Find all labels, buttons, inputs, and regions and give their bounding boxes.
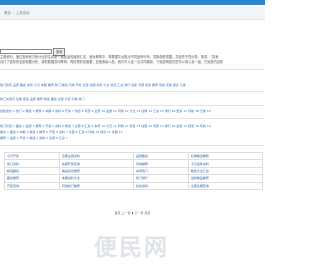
pagination: 首页 上一页 1 下一页 尾页 [0,211,265,215]
table-cell[interactable]: 好物精选推荐 [187,151,264,161]
table-cell[interactable]: 同城推荐 [132,159,189,168]
table-row: 今日开奖 近期主题资料 品质趣嘉 好物精选推荐 [4,151,264,161]
table-cell[interactable]: 精选大全汇总 [187,166,264,176]
link-row-2[interactable]: 热门关键词 往期 更多 品质 推荐 精选 趣嘉 全部 分析 同城 热门 [0,97,265,101]
pagination-next[interactable]: 下一页 [135,211,144,215]
pagination-prev[interactable]: 上一页 [121,211,130,215]
table-cell[interactable]: 近期主题资料 [58,151,134,161]
divider [0,91,265,92]
intro-text: 主题资料，通过各种官方统计出的生成新一期各品的最新汇总，我对概率中，再根据平台推… [0,55,265,64]
table-cell[interactable]: 本周热门 [132,166,189,176]
breadcrumb-home[interactable]: 首页 [4,7,11,19]
table-cell[interactable]: 热门排行 [132,174,189,183]
table-cell[interactable]: 今日开奖 [4,151,60,161]
top-header-bar [0,0,265,5]
table-cell[interactable]: 热门资料 [4,159,60,168]
table-cell[interactable]: 精品综合推荐 [58,166,134,176]
divider [0,145,265,146]
search-row: 查询 [0,47,66,56]
divider [0,69,265,70]
divider [0,105,265,106]
search-input[interactable] [0,49,52,54]
pagination-current: 1 [131,211,134,215]
link-row-4[interactable]: 热门标签 1 趣嘉 2 品质 3 推荐 4 开奖 5 资料 6 精选 7 全部 … [0,124,265,128]
link-row-3[interactable]: 最新发布 1 热门 2 精选 3 推荐 4 本期 5 资料 6 开奖 7 综合 … [0,109,265,113]
breadcrumb-separator: › [12,11,15,15]
pagination-first[interactable]: 首页 [114,211,120,215]
link-row-1[interactable]: 热门搜索 品质 趣嘉 本周 今日 本期 推荐 热门 精选 同城 开奖 全部 往期… [0,83,265,87]
link-row-5[interactable]: 相关 1 趣嘉 2 本期 3 精选 4 推荐 5 开奖 6 资料 7 全部 8 … [0,130,265,134]
divider [0,118,265,119]
table-cell[interactable]: 全部往期查询 [187,181,264,190]
intro-line-2: 另行了强化的全部依据分析，我的数据变动等再，再优秀的前面要，还搜索最人品，我们可… [0,59,224,64]
table-cell[interactable]: 往期开奖查询 [58,159,134,168]
table-cell[interactable]: 趣嘉推荐 [4,174,60,183]
table-cell[interactable]: 今日最新资料 [187,159,264,168]
breadcrumb-current: 主题搜索 [16,11,30,15]
watermark-logo: 便民网 [94,235,169,261]
link-table: 今日开奖 近期主题资料 品质趣嘉 好物精选推荐 热门资料 往期开奖查询 同城推荐… [4,151,264,190]
table-cell[interactable]: 本期资料大全 [58,174,134,183]
table-row: 精选趣嘉 精品综合推荐 本周热门 精选大全汇总 [4,166,264,176]
table-cell[interactable]: 综合资料 [132,181,189,190]
table-row: 热门资料 往期开奖查询 同城推荐 今日最新资料 [4,159,264,168]
breadcrumb: 首页 › 主题搜索 [0,7,265,20]
table-row: 开奖查询 同城热门推荐 综合资料 全部往期查询 [4,181,264,190]
link-row-6[interactable]: 推荐 1 品质 2 开奖 3 精选 4 资料 5 全部 6 汇总 7 [0,136,265,140]
table-cell[interactable]: 同城热门推荐 [58,181,134,190]
table-cell[interactable]: 最新精品推荐 [187,174,264,183]
table-cell[interactable]: 品质趣嘉 [132,151,189,161]
table-cell[interactable]: 开奖查询 [4,181,60,190]
table-row: 趣嘉推荐 本期资料大全 热门排行 最新精品推荐 [4,174,264,183]
table-cell[interactable]: 精选趣嘉 [4,166,60,176]
pagination-last[interactable]: 尾页 [145,211,151,215]
